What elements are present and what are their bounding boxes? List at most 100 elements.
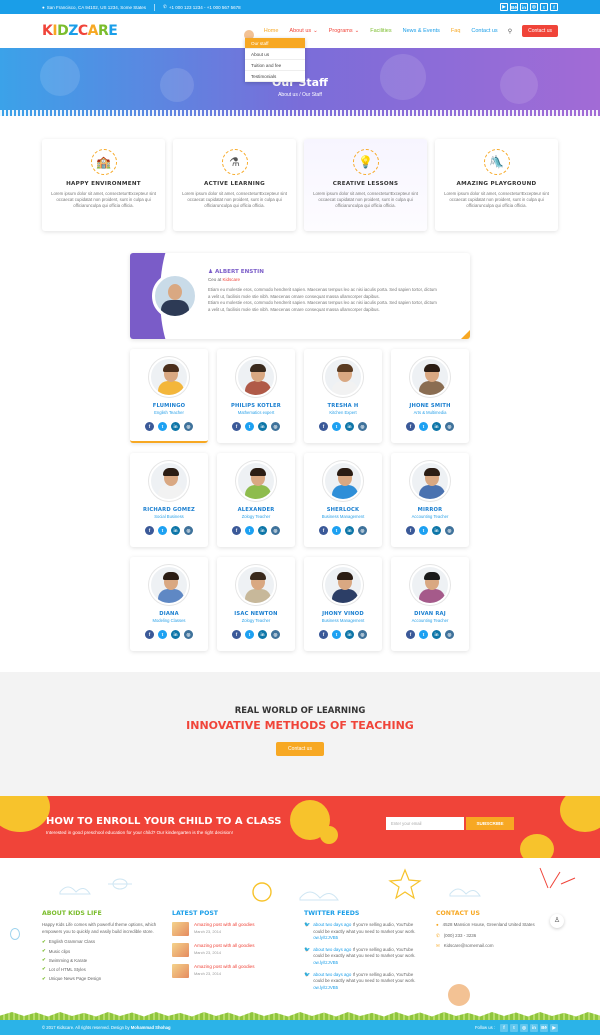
scroll-mascot-icon[interactable]: ♙ bbox=[550, 914, 564, 928]
staff-name[interactable]: ISAC NEWTON bbox=[217, 611, 295, 617]
twitter-icon[interactable]: t bbox=[158, 422, 167, 431]
twitter-icon[interactable]: t bbox=[245, 630, 254, 639]
dropdown-item[interactable]: Tuition and fee bbox=[245, 60, 305, 71]
tweet-link[interactable]: ow.ly/tzJVB5 bbox=[313, 985, 338, 990]
facebook-icon[interactable]: f bbox=[406, 526, 415, 535]
behance-icon[interactable]: Bē bbox=[510, 3, 518, 11]
breadcrumb[interactable]: About us / Our Staff bbox=[0, 92, 600, 98]
twitter-icon[interactable]: t bbox=[158, 526, 167, 535]
facebook-icon[interactable]: f bbox=[319, 526, 328, 535]
linkedin-icon[interactable]: in bbox=[432, 526, 441, 535]
dropdown-item[interactable]: About us bbox=[245, 49, 305, 60]
tweet-link[interactable]: ow.ly/tzJVB5 bbox=[313, 960, 338, 965]
instagram-icon[interactable]: ◎ bbox=[184, 526, 193, 535]
twitter-icon[interactable]: t bbox=[332, 422, 341, 431]
instagram-icon[interactable]: ◎ bbox=[445, 630, 454, 639]
post-item[interactable]: Amazing post with all goodies March 23, 2… bbox=[172, 922, 282, 936]
post-item[interactable]: Amazing post with all goodies March 23, 2… bbox=[172, 964, 282, 978]
footer-list-item[interactable]: ✔ Lot of HTML Styles bbox=[42, 966, 162, 972]
twitter-icon[interactable]: t bbox=[245, 526, 254, 535]
linkedin-icon[interactable]: in bbox=[258, 526, 267, 535]
staff-name[interactable]: SHERLOCK bbox=[304, 507, 382, 513]
staff-name[interactable]: DIVAN RAJ bbox=[391, 611, 469, 617]
post-item[interactable]: Amazing post with all goodies March 23, 2… bbox=[172, 943, 282, 957]
footer-list-item[interactable]: ✔ Swimming & Karate bbox=[42, 957, 162, 963]
staff-name[interactable]: FLUMINGO bbox=[130, 403, 208, 409]
tweet-link[interactable]: ow.ly/tzJVB5 bbox=[313, 935, 338, 940]
footer-list-item[interactable]: ✔ Music clips bbox=[42, 948, 162, 954]
twitter-icon[interactable]: t bbox=[332, 630, 341, 639]
twitter-icon[interactable]: t bbox=[419, 526, 428, 535]
instagram-icon[interactable]: ◎ bbox=[184, 630, 193, 639]
tweet-time[interactable]: about two days ago bbox=[313, 922, 351, 927]
linkedin-icon[interactable]: in bbox=[345, 526, 354, 535]
instagram-icon[interactable]: ◎ bbox=[520, 1023, 528, 1032]
youtube-icon[interactable]: ▶ bbox=[550, 1023, 558, 1032]
twitter-icon[interactable]: t bbox=[540, 3, 548, 11]
facebook-icon[interactable]: f bbox=[319, 422, 328, 431]
instagram-icon[interactable]: ◎ bbox=[445, 422, 454, 431]
instagram-icon[interactable]: ◎ bbox=[271, 630, 280, 639]
instagram-icon[interactable]: ◎ bbox=[358, 630, 367, 639]
tweet-time[interactable]: about two days ago bbox=[313, 947, 351, 952]
linkedin-icon[interactable]: in bbox=[345, 630, 354, 639]
footer-list-item[interactable]: ✔ English Grammar Class bbox=[42, 939, 162, 945]
staff-name[interactable]: DIANA bbox=[130, 611, 208, 617]
linkedin-icon[interactable]: in bbox=[171, 526, 180, 535]
facebook-icon[interactable]: f bbox=[500, 1023, 508, 1032]
nav-item-home[interactable]: Home bbox=[264, 28, 279, 34]
facebook-icon[interactable]: f bbox=[232, 630, 241, 639]
facebook-icon[interactable]: f bbox=[145, 526, 154, 535]
email-input[interactable]: Enter your email bbox=[386, 817, 464, 830]
facebook-icon[interactable]: f bbox=[406, 630, 415, 639]
youtube-icon[interactable]: ▶ bbox=[500, 3, 508, 11]
staff-name[interactable]: PHILIPS KOTLER bbox=[217, 403, 295, 409]
nav-item-faq[interactable]: Faq bbox=[451, 28, 460, 34]
dropdown-item[interactable]: Our staff bbox=[245, 38, 305, 49]
contact-email[interactable]: ✉ Kidscare@somemail.com bbox=[436, 943, 546, 950]
instagram-icon[interactable]: ◎ bbox=[445, 526, 454, 535]
linkedin-icon[interactable]: in bbox=[258, 630, 267, 639]
nav-item-facilities[interactable]: Facilities bbox=[370, 28, 391, 34]
nav-item-contact-us[interactable]: Contact us bbox=[471, 28, 497, 34]
instagram-icon[interactable]: ◎ bbox=[530, 3, 538, 11]
post-title[interactable]: Amazing post with all goodies bbox=[194, 922, 255, 927]
twitter-icon[interactable]: t bbox=[332, 526, 341, 535]
twitter-icon[interactable]: t bbox=[245, 422, 254, 431]
instagram-icon[interactable]: ◎ bbox=[358, 422, 367, 431]
instagram-icon[interactable]: ◎ bbox=[358, 526, 367, 535]
linkedin-icon[interactable]: in bbox=[520, 3, 528, 11]
nav-item-programs[interactable]: Programs ⌄ bbox=[329, 28, 359, 34]
behance-icon[interactable]: Bē bbox=[540, 1023, 548, 1032]
facebook-icon[interactable]: f bbox=[145, 630, 154, 639]
subscribe-button[interactable]: SUBSCRIBE bbox=[466, 817, 514, 830]
footer-list-item[interactable]: ✔ Unique News Page Design bbox=[42, 976, 162, 982]
staff-name[interactable]: ALEXANDER bbox=[217, 507, 295, 513]
instagram-icon[interactable]: ◎ bbox=[271, 422, 280, 431]
search-icon[interactable]: ⚲ bbox=[508, 28, 512, 35]
staff-name[interactable]: JHONY VINOD bbox=[304, 611, 382, 617]
designer-link[interactable]: Mohammad Shohag bbox=[131, 1025, 171, 1030]
cta-contact-button[interactable]: Contact us bbox=[276, 742, 324, 756]
tweet-time[interactable]: about two days ago bbox=[313, 972, 351, 977]
linkedin-icon[interactable]: in bbox=[432, 630, 441, 639]
contact-us-button[interactable]: Contact us bbox=[522, 25, 558, 37]
dropdown-item[interactable]: Testimonials bbox=[245, 71, 305, 82]
logo[interactable]: KIDZCARE bbox=[42, 23, 118, 39]
facebook-icon[interactable]: f bbox=[406, 422, 415, 431]
facebook-icon[interactable]: f bbox=[319, 630, 328, 639]
facebook-icon[interactable]: f bbox=[232, 422, 241, 431]
linkedin-icon[interactable]: in bbox=[171, 422, 180, 431]
facebook-icon[interactable]: f bbox=[145, 422, 154, 431]
instagram-icon[interactable]: ◎ bbox=[271, 526, 280, 535]
twitter-icon[interactable]: t bbox=[419, 630, 428, 639]
facebook-icon[interactable]: f bbox=[232, 526, 241, 535]
linkedin-icon[interactable]: in bbox=[530, 1023, 538, 1032]
twitter-icon[interactable]: t bbox=[419, 422, 428, 431]
nav-item-news-events[interactable]: News & Events bbox=[403, 28, 440, 34]
linkedin-icon[interactable]: in bbox=[345, 422, 354, 431]
staff-name[interactable]: RICHARD GOMEZ bbox=[130, 507, 208, 513]
facebook-icon[interactable]: f bbox=[550, 3, 558, 11]
twitter-icon[interactable]: t bbox=[510, 1023, 518, 1032]
linkedin-icon[interactable]: in bbox=[171, 630, 180, 639]
